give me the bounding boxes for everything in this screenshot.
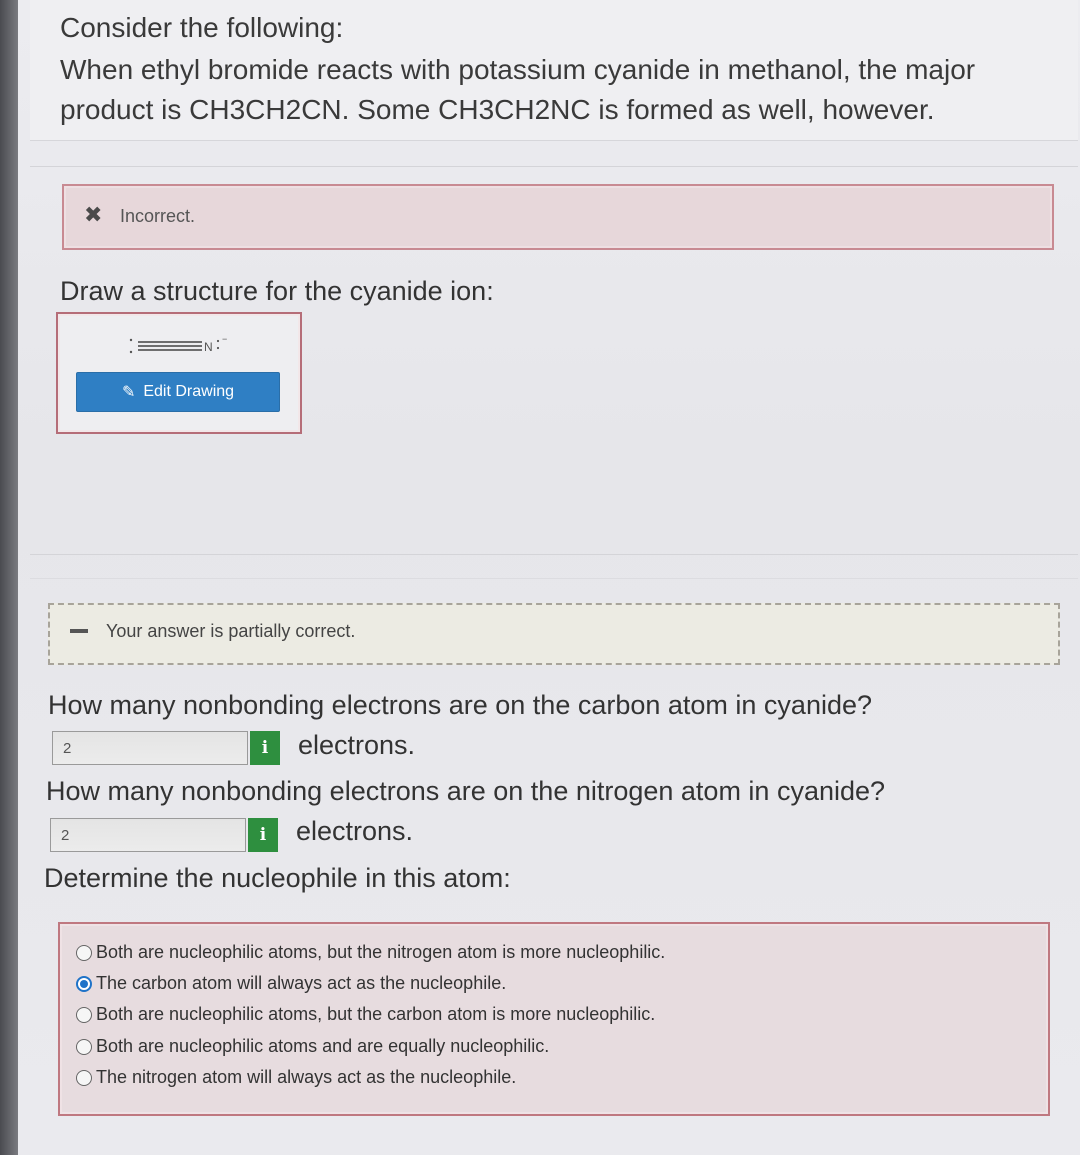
page: Consider the following: When ethyl bromi… — [18, 0, 1080, 1155]
choice-option-3[interactable]: Both are nucleophilic atoms, but the car… — [76, 1004, 655, 1025]
choice-label: Both are nucleophilic atoms and are equa… — [96, 1036, 550, 1056]
nitrogen-electrons-question: How many nonbonding electrons are on the… — [46, 776, 886, 806]
dash-icon — [70, 629, 88, 633]
choice-label: Both are nucleophilic atoms, but the car… — [96, 1004, 656, 1024]
draw-question: Draw a structure for the cyanide ion: — [60, 276, 494, 306]
intro-title: Consider the following: — [60, 12, 344, 43]
section-divider — [30, 578, 1078, 579]
intro-body: When ethyl bromide reacts with potassium… — [60, 54, 976, 125]
nucleophile-choices: Both are nucleophilic atoms, but the nit… — [58, 922, 1050, 1116]
radio-button-selected[interactable] — [76, 975, 92, 992]
nitrogen-electrons-unit: electrons. — [296, 816, 414, 846]
carbon-electrons-unit: electrons. — [298, 730, 416, 760]
radio-button[interactable] — [76, 1038, 92, 1055]
choice-label: Both are nucleophilic atoms, but the nit… — [96, 942, 666, 962]
radio-button[interactable] — [76, 1006, 92, 1023]
charge-label: − — [222, 334, 227, 344]
info-icon[interactable]: i — [250, 731, 280, 765]
choice-option-1[interactable]: Both are nucleophilic atoms, but the nit… — [76, 942, 665, 963]
section-divider — [30, 554, 1078, 555]
choice-option-5[interactable]: The nitrogen atom will always act as the… — [76, 1067, 516, 1088]
carbon-electrons-question: How many nonbonding electrons are on the… — [48, 690, 873, 720]
nitrogen-atom-label: N — [204, 340, 213, 354]
nucleophile-question: Determine the nucleophile in this atom: — [44, 863, 511, 893]
choice-label: The carbon atom will always act as the n… — [96, 973, 507, 993]
radio-button[interactable] — [76, 944, 92, 961]
carbon-electrons-input[interactable] — [52, 731, 248, 765]
info-icon[interactable]: i — [248, 818, 278, 852]
choice-option-2[interactable]: The carbon atom will always act as the n… — [76, 973, 506, 994]
cyanide-structure: N − — [129, 334, 227, 354]
edit-drawing-button[interactable]: ✎ Edit Drawing — [76, 372, 280, 412]
x-icon: ✖ — [84, 202, 103, 227]
feedback-partial: Your answer is partially correct. — [48, 603, 1060, 665]
nitrogen-electrons-input[interactable] — [50, 818, 246, 852]
question-intro: Consider the following: When ethyl bromi… — [30, 0, 1078, 141]
feedback-partial-text: Your answer is partially correct. — [106, 621, 356, 641]
choice-option-4[interactable]: Both are nucleophilic atoms and are equa… — [76, 1036, 549, 1057]
pencil-icon: ✎ — [121, 384, 136, 401]
screen-left-edge — [0, 0, 18, 1155]
section-divider — [30, 166, 1078, 167]
radio-button[interactable] — [76, 1069, 92, 1086]
feedback-incorrect-text: Incorrect. — [120, 206, 196, 226]
choice-label: The nitrogen atom will always act as the… — [96, 1067, 517, 1087]
drawing-box: N − ✎ Edit Drawing — [56, 312, 302, 434]
feedback-incorrect: ✖ Incorrect. — [62, 184, 1054, 250]
edit-drawing-label: Edit Drawing — [143, 383, 235, 400]
